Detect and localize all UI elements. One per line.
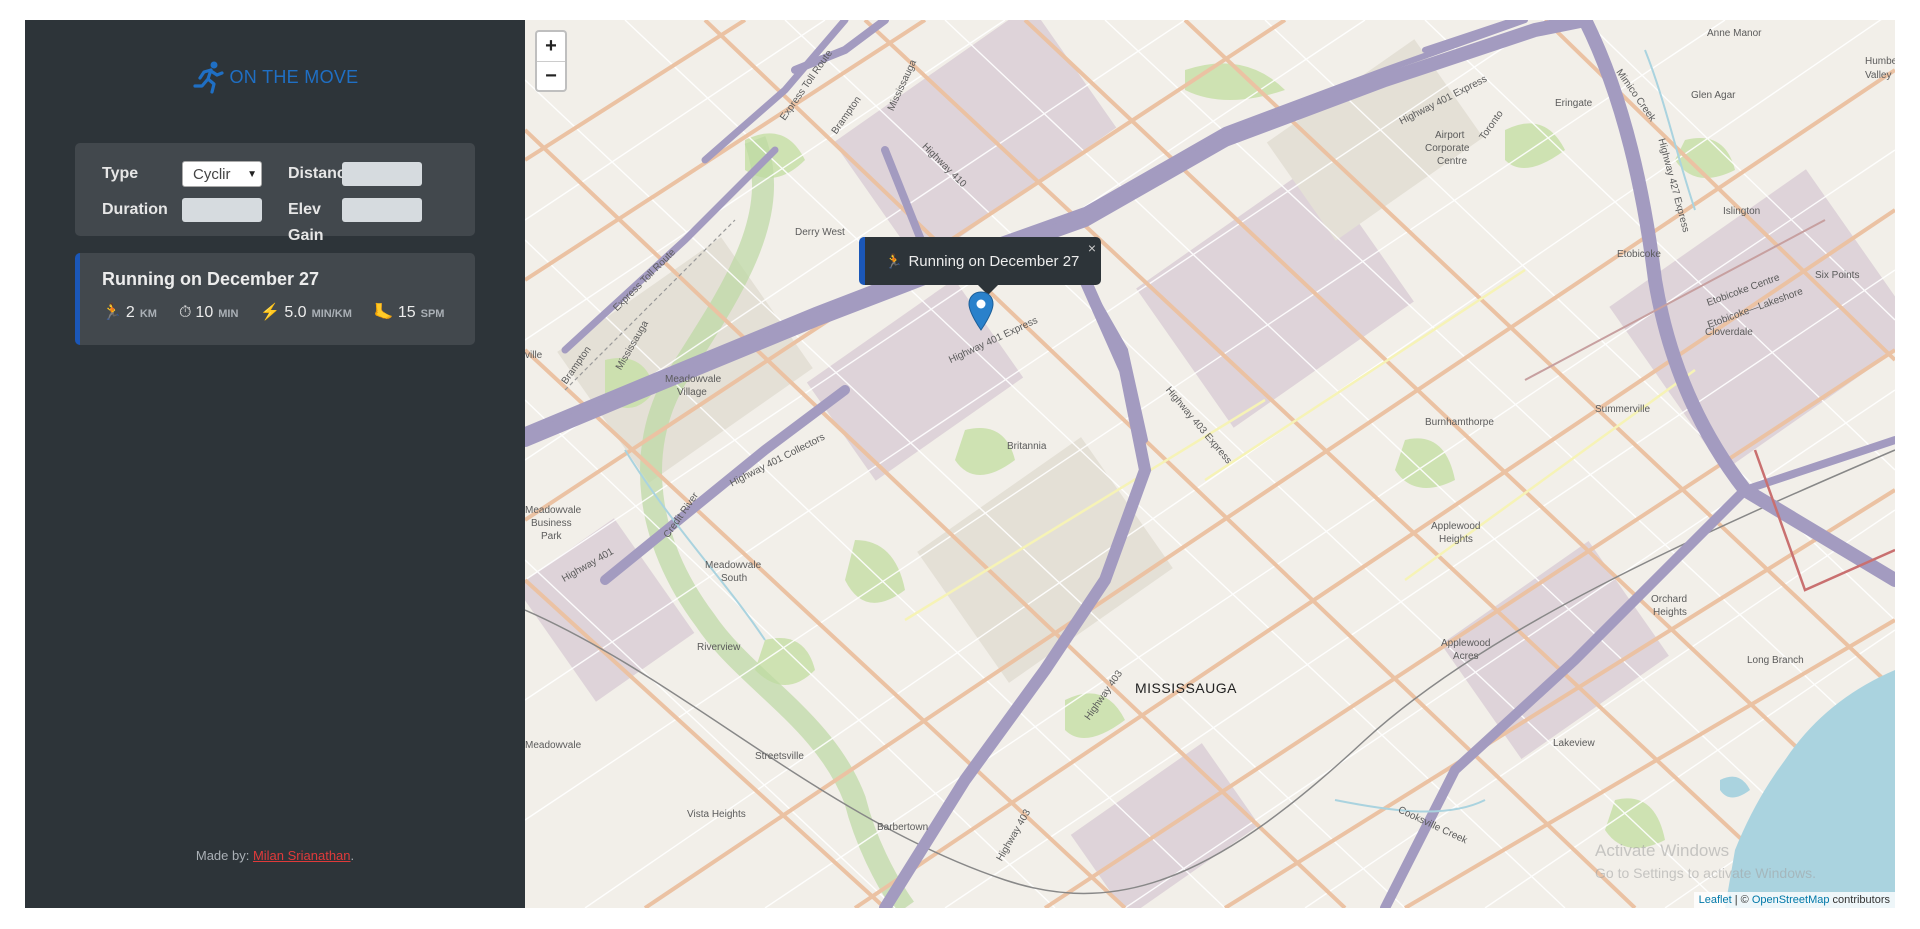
map-label-glen-agar: Glen Agar bbox=[1691, 90, 1736, 101]
leaflet-link[interactable]: Leaflet bbox=[1699, 894, 1732, 906]
sidebar: ON THE MOVE Type Cyclir ▼ Distance Durat… bbox=[25, 20, 525, 908]
map-label-etobicoke: Etobicoke bbox=[1617, 249, 1661, 260]
runner-logo-icon bbox=[192, 61, 224, 94]
author-link[interactable]: Milan Srianathan bbox=[253, 848, 351, 863]
map-label-airport-3: Centre bbox=[1437, 156, 1468, 167]
close-icon[interactable]: × bbox=[1088, 240, 1096, 256]
detail-unit: MIN/KM bbox=[311, 308, 352, 320]
map-label-islington: Islington bbox=[1723, 206, 1761, 217]
workout-popup: 🏃 Running on December 27 × bbox=[859, 237, 1101, 295]
map-label-business-1: Meadowvale bbox=[525, 505, 582, 516]
map-label-orchard-2: Heights bbox=[1653, 607, 1687, 618]
map-attribution: Leaflet | © OpenStreetMap contributors bbox=[1693, 892, 1895, 908]
map-label-applewood-heights-2: Heights bbox=[1439, 534, 1473, 545]
detail-duration: ⏱ 10 MIN bbox=[179, 304, 238, 322]
runner-icon: 🏃 bbox=[102, 304, 122, 321]
map-label-applewood-acres-2: Acres bbox=[1453, 651, 1479, 662]
map-label-meadowvale-village-1: Meadowvale bbox=[665, 374, 722, 385]
lightning-icon: ⚡ bbox=[260, 304, 281, 321]
map-label-vista-heights: Vista Heights bbox=[687, 809, 746, 820]
detail-value: 10 bbox=[195, 304, 214, 321]
map-label-derry-west: Derry West bbox=[795, 227, 845, 238]
credit-suffix: . bbox=[350, 848, 355, 863]
watermark-subtitle: Go to Settings to activate Windows. bbox=[1595, 865, 1816, 881]
detail-unit: SPM bbox=[420, 308, 445, 320]
map-label-business-2: Business bbox=[531, 518, 572, 529]
windows-watermark: Activate Windows Go to Settings to activ… bbox=[1595, 840, 1816, 884]
map-label-meadowvale-village-2: Village bbox=[677, 387, 707, 398]
detail-cadence: 🦶 15 SPM bbox=[374, 302, 445, 322]
map-label-humber-1: Humbe bbox=[1865, 56, 1895, 67]
attribution-separator: | © bbox=[1731, 894, 1752, 906]
map-label-riverview: Riverview bbox=[697, 642, 741, 653]
map-label-orchard-1: Orchard bbox=[1651, 594, 1688, 605]
osm-link[interactable]: OpenStreetMap bbox=[1752, 894, 1830, 906]
watermark-title: Activate Windows bbox=[1595, 841, 1730, 860]
map-label-applewood-acres-1: Applewood bbox=[1441, 638, 1491, 649]
detail-pace: ⚡ 5.0 MIN/KM bbox=[260, 302, 352, 322]
map-label-eringate: Eringate bbox=[1555, 98, 1593, 109]
workout-details: 🏃 2 KM ⏱ 10 MIN ⚡ 5.0 MIN/KM 🦶 15 SPM bbox=[102, 302, 475, 322]
map-label-airport-1: Airport bbox=[1435, 130, 1465, 141]
detail-value: 15 bbox=[397, 304, 416, 321]
workout-title: Running on December 27 bbox=[102, 269, 320, 289]
map-label-humber-2: Valley bbox=[1865, 70, 1892, 81]
map-label-mississauga: MISSISSAUGA bbox=[1135, 680, 1237, 696]
map-label-ville: ville bbox=[525, 350, 543, 361]
zoom-out-button[interactable]: − bbox=[537, 61, 565, 90]
stopwatch-icon: ⏱ bbox=[178, 304, 192, 321]
type-select-value: Cyclir bbox=[193, 165, 231, 183]
type-select[interactable]: Cyclir ▼ bbox=[182, 161, 262, 187]
attribution-suffix: contributors bbox=[1829, 894, 1890, 906]
runner-icon: 🏃 bbox=[885, 252, 903, 269]
credit-prefix: Made by: bbox=[195, 848, 253, 863]
logo: ON THE MOVE bbox=[25, 60, 525, 94]
foot-icon: 🦶 bbox=[373, 304, 394, 321]
app-title: ON THE MOVE bbox=[229, 66, 359, 87]
detail-unit: KM bbox=[139, 308, 157, 320]
map-label-burnhamthorpe: Burnhamthorpe bbox=[1425, 417, 1494, 428]
elev-gain-label: Elev Gain bbox=[288, 201, 324, 244]
map-label-meadowvale-left: Meadowvale bbox=[525, 740, 582, 751]
map-label-long-branch: Long Branch bbox=[1747, 655, 1804, 666]
zoom-control: + − bbox=[535, 30, 567, 92]
map-label-airport-2: Corporate bbox=[1425, 143, 1470, 154]
detail-distance: 🏃 2 KM bbox=[102, 302, 157, 322]
zoom-in-button[interactable]: + bbox=[537, 32, 565, 61]
map[interactable]: MISSISSAUGA Britannia Meadowvale Village… bbox=[525, 20, 1895, 908]
map-label-summerville: Summerville bbox=[1595, 404, 1651, 415]
map-label-lakeview: Lakeview bbox=[1553, 738, 1595, 749]
map-label-meadowvale-south-2: South bbox=[721, 573, 748, 584]
workout-card[interactable]: Running on December 27 🏃 2 KM ⏱ 10 MIN ⚡… bbox=[75, 253, 475, 345]
duration-input[interactable] bbox=[182, 198, 262, 222]
app-root: ON THE MOVE Type Cyclir ▼ Distance Durat… bbox=[25, 20, 1895, 908]
chevron-down-icon: ▼ bbox=[247, 168, 257, 180]
detail-unit: MIN bbox=[218, 308, 239, 320]
map-label-anne-manor: Anne Manor bbox=[1707, 28, 1762, 39]
workout-form: Type Cyclir ▼ Distance Duration Elev Gai… bbox=[75, 143, 475, 244]
credit: Made by: Milan Srianathan. bbox=[25, 848, 525, 863]
elev-gain-input[interactable] bbox=[342, 198, 422, 222]
detail-value: 2 bbox=[125, 304, 135, 321]
map-label-barbertown: Barbertown bbox=[877, 822, 929, 833]
map-label-applewood-heights-1: Applewood bbox=[1431, 521, 1481, 532]
duration-label: Duration bbox=[102, 201, 168, 218]
map-label-six-points: Six Points bbox=[1815, 270, 1860, 281]
map-label-streetsville: Streetsville bbox=[755, 751, 804, 762]
map-label-business-3: Park bbox=[541, 531, 562, 542]
map-label-meadowvale-south-1: Meadowvale bbox=[705, 560, 762, 571]
type-label: Type bbox=[102, 165, 139, 182]
map-tiles bbox=[525, 20, 1895, 908]
map-label-britannia: Britannia bbox=[1007, 441, 1047, 452]
map-marker-icon[interactable] bbox=[968, 291, 994, 331]
popup-text: Running on December 27 bbox=[908, 252, 1080, 270]
distance-label: Distance bbox=[288, 165, 355, 182]
detail-value: 5.0 bbox=[284, 304, 307, 321]
distance-input[interactable] bbox=[342, 162, 422, 186]
